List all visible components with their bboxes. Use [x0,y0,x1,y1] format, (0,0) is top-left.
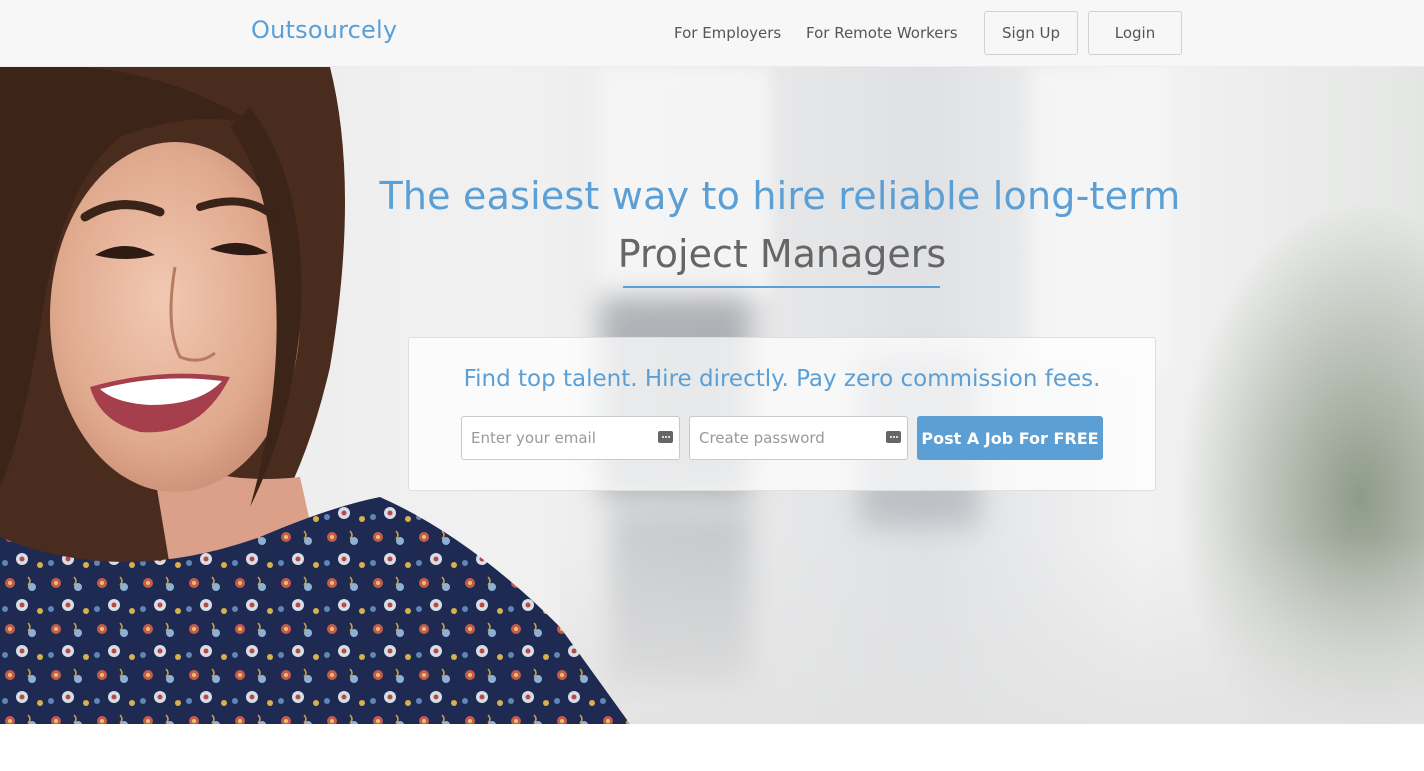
role-underline [623,286,940,288]
password-manager-icon[interactable] [658,431,673,443]
post-job-button[interactable]: Post A Job For FREE [917,416,1103,460]
hero-headline: The easiest way to hire reliable long-te… [379,174,1181,218]
sign-up-button[interactable]: Sign Up [984,11,1078,55]
password-manager-icon[interactable] [886,431,901,443]
hero-section: The easiest way to hire reliable long-te… [0,67,1424,724]
nav-link-for-remote-workers[interactable]: For Remote Workers [806,24,958,42]
password-field [689,416,908,460]
rotating-role-text: Project Managers [617,232,947,276]
email-input[interactable] [462,417,679,459]
email-field [461,416,680,460]
signup-panel: Find top talent. Hire directly. Pay zero… [408,337,1156,491]
panel-tagline: Find top talent. Hire directly. Pay zero… [463,366,1101,392]
password-input[interactable] [690,417,907,459]
nav-link-for-employers[interactable]: For Employers [674,24,781,42]
background-floor [560,537,1424,724]
brand-logo[interactable]: Outsourcely [251,16,397,44]
top-navbar: Outsourcely For Employers For Remote Wor… [0,0,1424,67]
login-button[interactable]: Login [1088,11,1182,55]
